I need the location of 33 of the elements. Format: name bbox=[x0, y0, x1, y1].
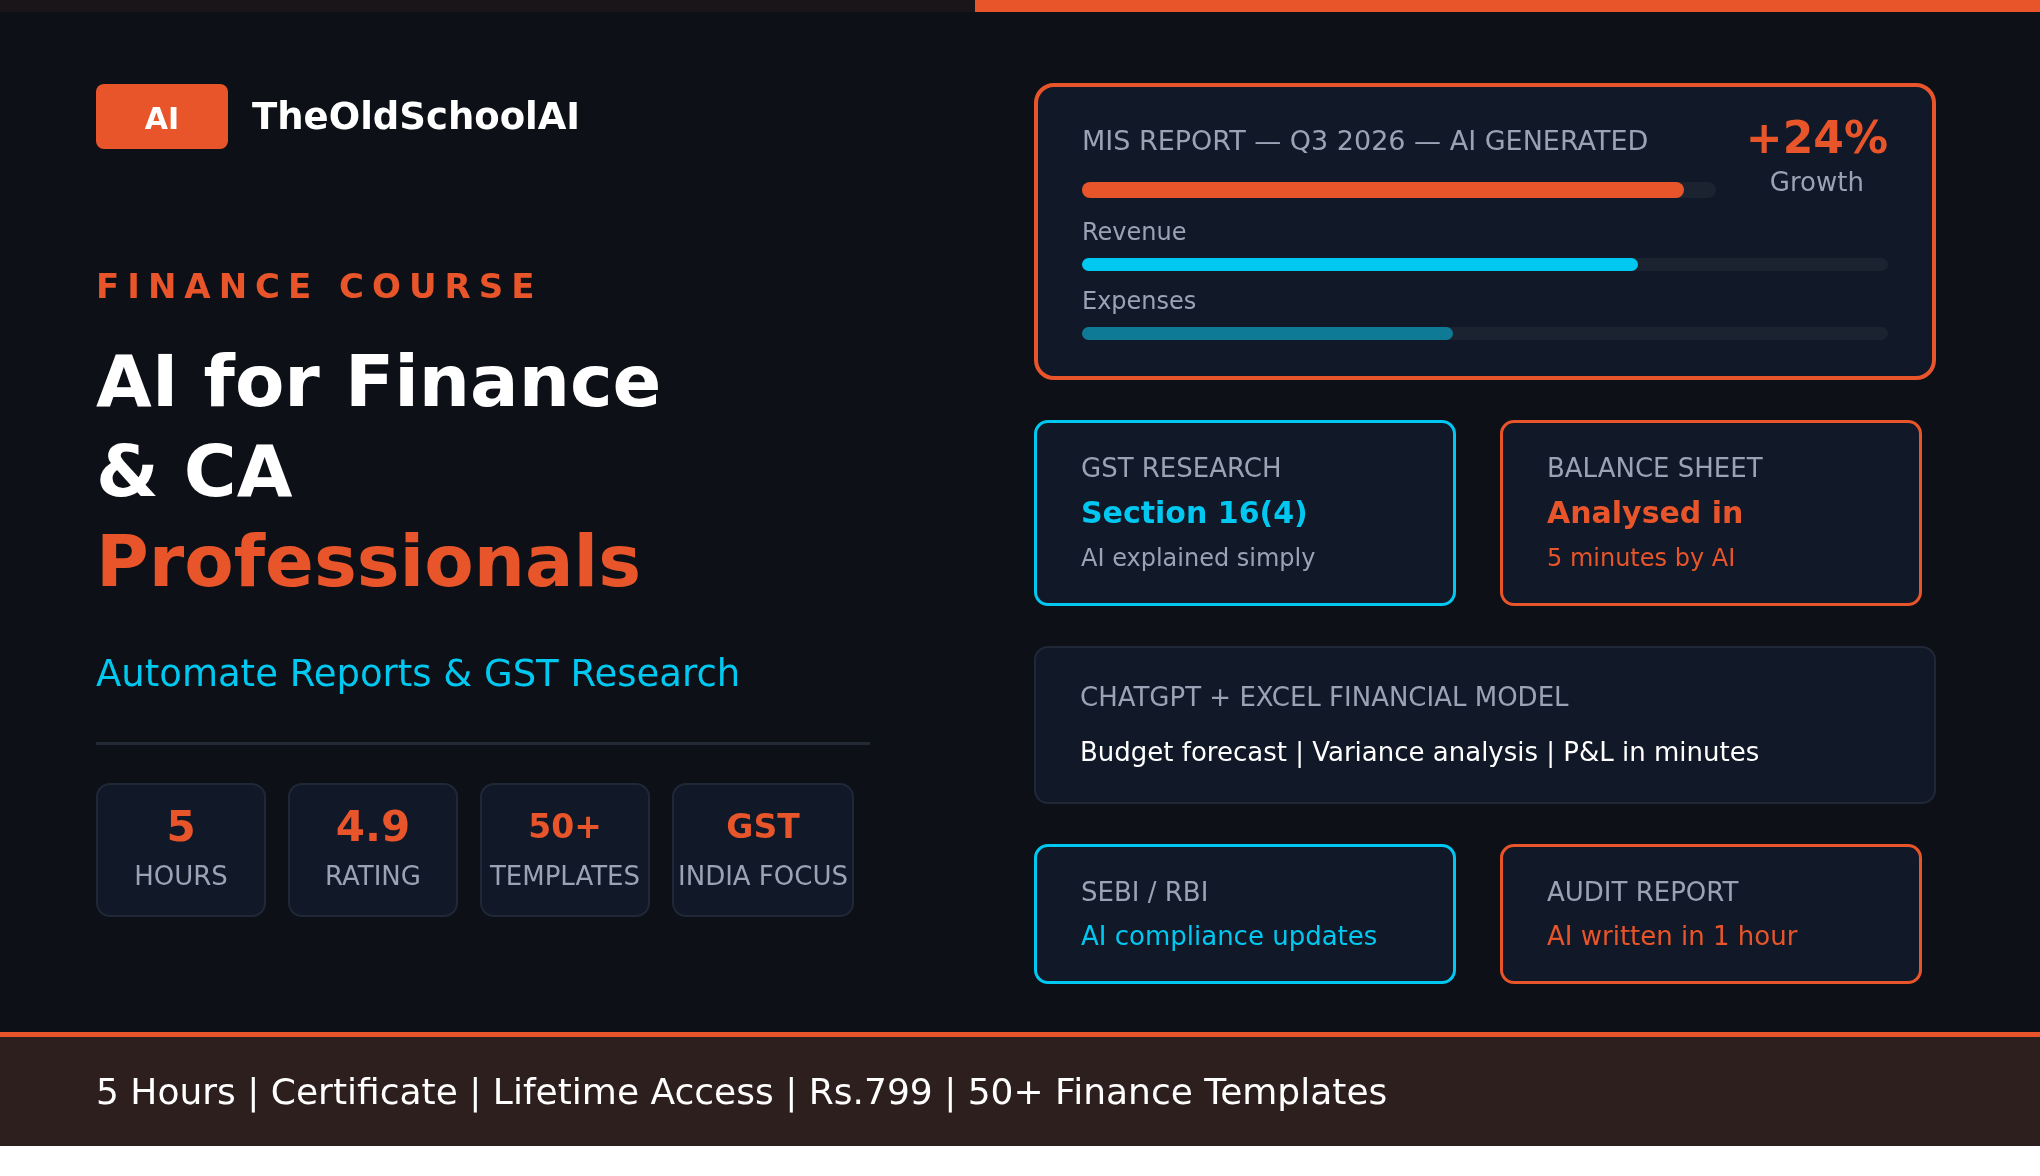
stat-label: HOURS bbox=[134, 860, 228, 893]
brand-name: TheOldSchoolAI bbox=[252, 93, 581, 140]
bar-label: Expenses bbox=[1082, 286, 1198, 317]
growth-value: +24% bbox=[1745, 113, 1888, 163]
stat-value: 5 bbox=[166, 803, 196, 851]
card-note: AI explained simply bbox=[1081, 543, 1317, 574]
card-label: SEBI / RBI bbox=[1081, 876, 1210, 909]
card-note: AI written in 1 hour bbox=[1547, 920, 1799, 953]
card-label: BALANCE SHEET bbox=[1547, 452, 1764, 485]
card-label: GST RESEARCH bbox=[1081, 452, 1283, 485]
subtitle-text: Automate Reports & GST Research bbox=[96, 651, 742, 697]
bar-label: Revenue bbox=[1082, 217, 1188, 248]
card-headline: Analysed in bbox=[1547, 495, 1745, 531]
card-label: CHATGPT + EXCEL FINANCIAL MODEL bbox=[1080, 681, 1570, 714]
card-headline: Section 16(4) bbox=[1081, 495, 1309, 531]
stat-label: INDIA FOCUS bbox=[678, 860, 848, 893]
stat-label: TEMPLATES bbox=[489, 860, 641, 893]
eyebrow-text: FINANCE COURSE bbox=[96, 265, 544, 308]
stat-value: 4.9 bbox=[335, 803, 411, 851]
report-title: MIS REPORT — Q3 2026 — AI GENERATED bbox=[1082, 124, 1650, 158]
stat-value: 50+ bbox=[528, 806, 602, 848]
card-label: AUDIT REPORT bbox=[1547, 876, 1740, 909]
headline-accent: Professionals bbox=[96, 518, 643, 605]
footer-text: 5 Hours | Certificate | Lifetime Access | Rs.799 | 50+ Finance Templates bbox=[96, 1069, 1388, 1115]
headline-text: & CA bbox=[96, 428, 294, 515]
headline-text: AI for Finance bbox=[96, 338, 663, 425]
stat-value: GST bbox=[726, 806, 800, 848]
card-note: AI compliance updates bbox=[1081, 920, 1379, 953]
logo-badge: AI bbox=[96, 84, 228, 149]
stat-label: RATING bbox=[325, 860, 421, 893]
growth-label: Growth bbox=[1769, 166, 1864, 199]
card-note: Budget forecast | Variance analysis | P&L in minutes bbox=[1080, 736, 1761, 770]
card-note: 5 minutes by AI bbox=[1547, 543, 1737, 574]
